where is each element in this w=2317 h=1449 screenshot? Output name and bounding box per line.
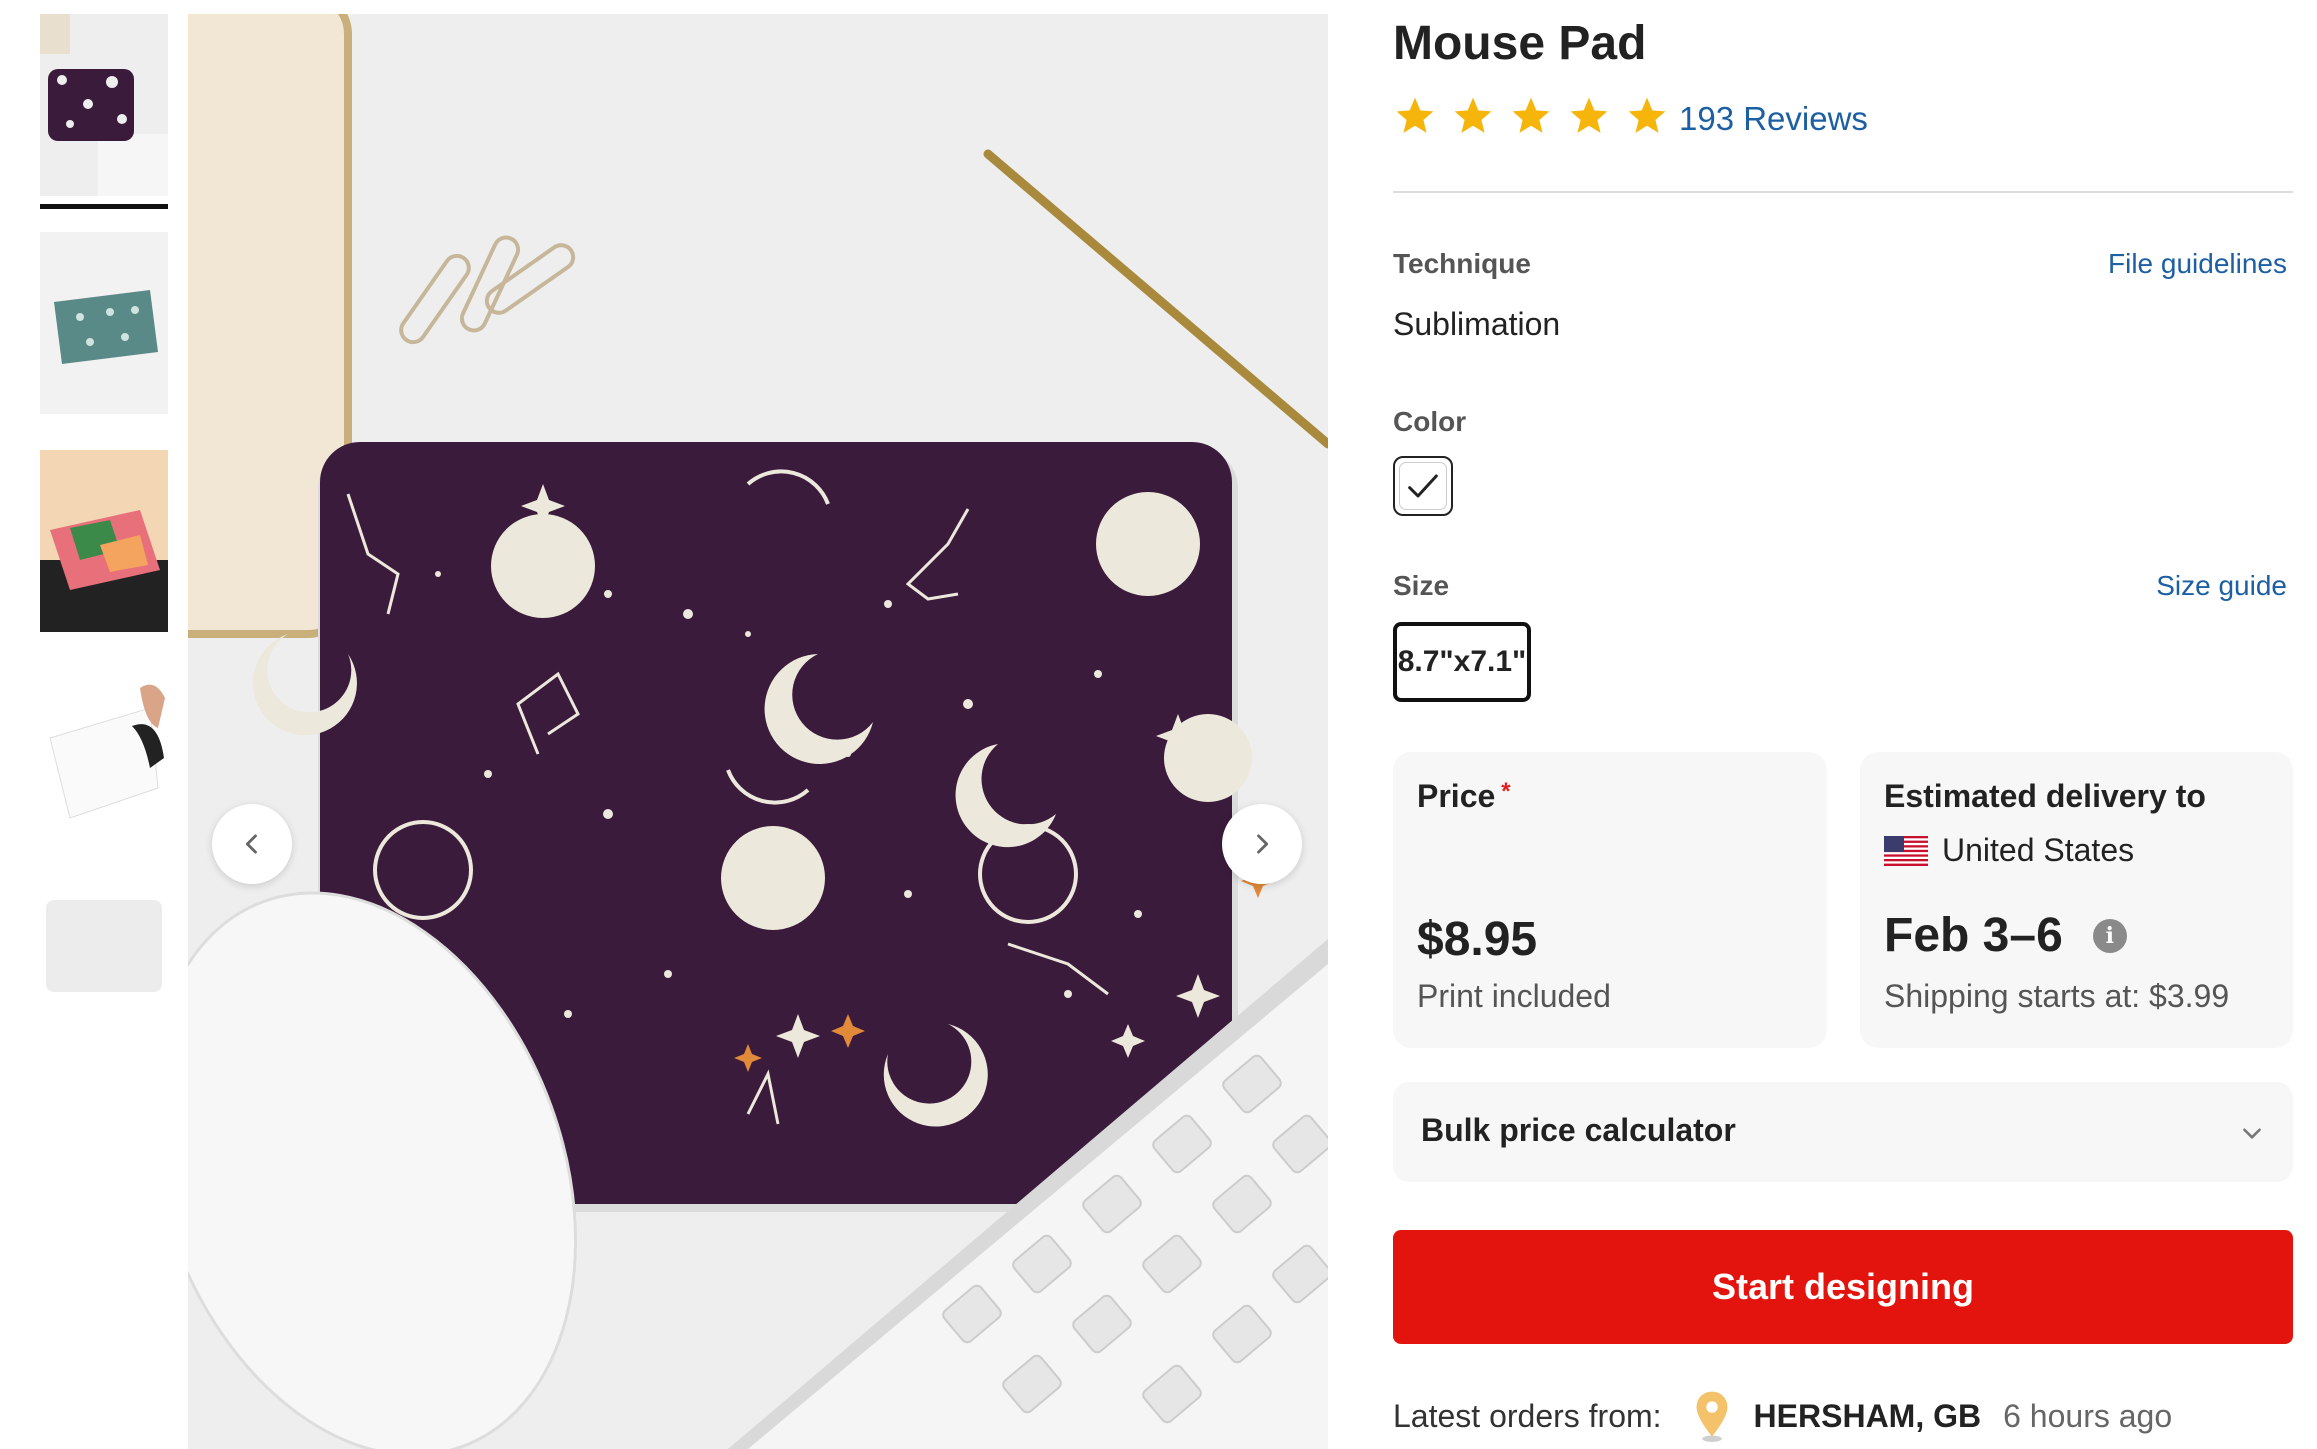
reviews-link[interactable]: 193 Reviews bbox=[1679, 100, 1868, 138]
delivery-dates: Feb 3–6 i bbox=[1884, 908, 2127, 963]
chevron-down-icon bbox=[2243, 1128, 2261, 1139]
order-location: HERSHAM, GB bbox=[1753, 1397, 1982, 1434]
product-title: Mouse Pad bbox=[1393, 17, 1647, 70]
location-pin-icon bbox=[1696, 1391, 1727, 1442]
latest-orders-label: Latest orders from: bbox=[1393, 1397, 1662, 1434]
thumbnail-purple-celestial[interactable] bbox=[40, 14, 168, 196]
star-icon bbox=[1628, 97, 1666, 133]
delivery-country[interactable]: United States bbox=[1884, 832, 2134, 869]
price-label: Price * bbox=[1417, 778, 1511, 814]
technique-label: Technique bbox=[1393, 248, 1531, 279]
next-image-button[interactable] bbox=[1222, 804, 1302, 884]
star-icon bbox=[1512, 97, 1550, 133]
size-label: Size bbox=[1393, 570, 1450, 601]
price-card: Price * $8.95 Print included bbox=[1393, 752, 1827, 1048]
bulk-price-label: Bulk price calculator bbox=[1421, 1112, 1736, 1148]
checkmark-icon bbox=[1408, 474, 1438, 498]
order-time: 6 hours ago bbox=[2003, 1397, 2173, 1434]
thumbnail-floral[interactable] bbox=[40, 450, 168, 632]
size-option[interactable]: 8.7"x7.1" bbox=[1393, 622, 1531, 702]
bulk-price-calculator[interactable]: Bulk price calculator bbox=[1393, 1082, 2293, 1182]
delivery-card: Estimated delivery to United States Feb … bbox=[1860, 752, 2293, 1048]
country-name: United States bbox=[1942, 832, 2135, 868]
required-marker: * bbox=[1501, 778, 1511, 805]
latest-orders: Latest orders from: HERSHAM, GB 6 hours … bbox=[1393, 1390, 2172, 1442]
star-icon bbox=[1570, 97, 1608, 133]
print-included-note: Print included bbox=[1417, 978, 1611, 1014]
color-label: Color bbox=[1393, 406, 1467, 437]
divider bbox=[1393, 191, 2293, 193]
star-icon bbox=[1454, 97, 1492, 133]
main-product-image bbox=[188, 14, 1328, 1449]
thumbnail-blank[interactable] bbox=[40, 886, 168, 1068]
product-details-panel: Mouse Pad 193 Reviews Technique File gui… bbox=[1393, 0, 2293, 1449]
thumbnail-active-indicator bbox=[40, 204, 168, 209]
shipping-cost: Shipping starts at: $3.99 bbox=[1884, 978, 2230, 1014]
star-icon bbox=[1396, 97, 1434, 133]
delivery-label: Estimated delivery to bbox=[1884, 778, 2206, 814]
start-designing-button[interactable]: Start designing bbox=[1393, 1230, 2293, 1344]
us-flag-icon bbox=[1884, 835, 1928, 866]
price-value: $8.95 bbox=[1417, 913, 1538, 966]
color-swatch-white[interactable] bbox=[1393, 456, 1453, 516]
previous-image-button[interactable] bbox=[212, 804, 292, 884]
chevron-right-icon bbox=[1257, 834, 1269, 854]
thumbnail-hand-peeling[interactable] bbox=[40, 668, 168, 850]
size-guide-link[interactable]: Size guide bbox=[2156, 570, 2287, 602]
info-icon[interactable]: i bbox=[2092, 918, 2127, 953]
technique-value: Sublimation bbox=[1393, 306, 1561, 342]
chevron-left-icon bbox=[245, 834, 257, 854]
thumbnail-teal-pattern[interactable] bbox=[40, 232, 168, 414]
file-guidelines-link[interactable]: File guidelines bbox=[2108, 248, 2287, 280]
rating-stars bbox=[1393, 94, 1669, 138]
